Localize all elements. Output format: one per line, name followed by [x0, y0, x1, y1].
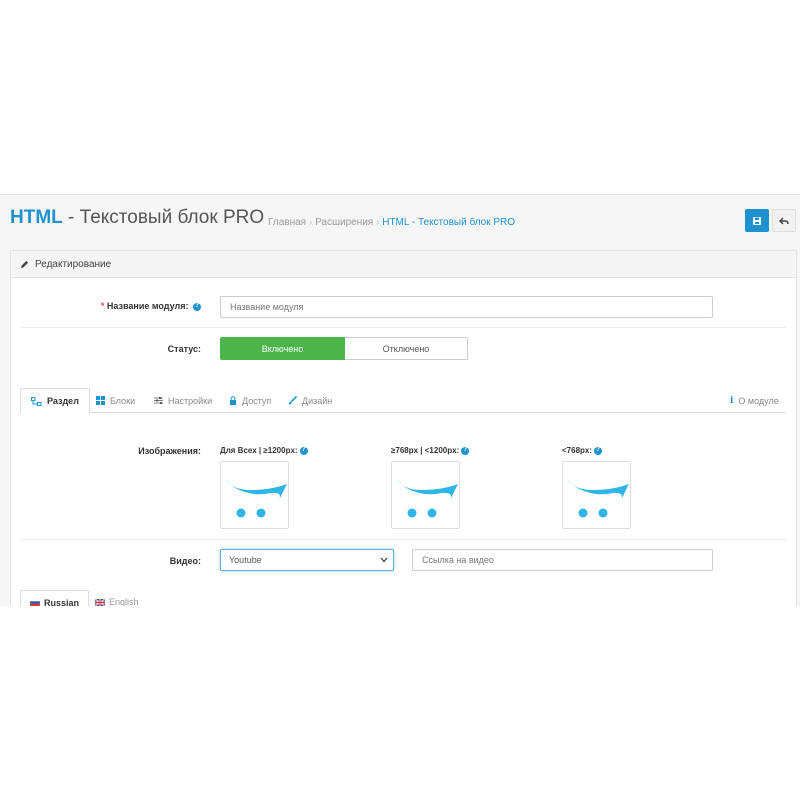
breadcrumb-separator-icon: › [309, 217, 313, 227]
image-col-label: ≥768px | <1200px: [391, 446, 470, 455]
image-col-label: Для Всех | ≥1200px: [220, 446, 308, 455]
language-label: English [109, 597, 139, 606]
tab-design-label: Дизайн [302, 395, 333, 406]
edit-panel: Редактирование * Название модуля: Статус… [10, 250, 797, 606]
video-link-input[interactable] [412, 549, 713, 571]
row-divider [20, 327, 786, 328]
tab-section[interactable]: Раздел [20, 388, 90, 414]
breadcrumb-separator-icon: › [376, 217, 380, 227]
section-tabs: Раздел Блоки Настройки Доступ Дизайн i О… [20, 388, 789, 414]
video-source-value: Youtube [229, 555, 262, 565]
image-col-label-text: Для Всех | ≥1200px: [220, 446, 298, 455]
module-name-label-text: Название модуля: [106, 301, 189, 311]
panel-heading-label: Редактирование [35, 258, 112, 270]
language-label: Russian [44, 597, 80, 607]
image-col-label-text: ≥768px | <1200px: [391, 446, 460, 455]
tab-language-english[interactable]: English [86, 590, 148, 606]
tab-access[interactable]: Доступ [219, 388, 281, 413]
tab-design[interactable]: Дизайн [278, 388, 342, 413]
tab-blocks-label: Блоки [110, 395, 136, 406]
tab-access-label: Доступ [242, 395, 272, 406]
image-col-label-text: <768px: [562, 446, 593, 455]
page-header: HTML - Текстовый блок PRO Главная › Расшир… [10, 207, 800, 237]
video-label: Видео: [169, 556, 201, 566]
cart-logo-image [396, 478, 458, 518]
images-label: Изображения: [138, 446, 201, 456]
module-name-input[interactable] [220, 296, 713, 318]
cart-logo-image [567, 478, 629, 518]
image-thumbnail[interactable] [220, 461, 289, 529]
floppy-disk-icon [753, 216, 761, 225]
tab-section-label: Раздел [47, 396, 79, 406]
sliders-icon [154, 397, 163, 404]
chevron-down-icon [380, 557, 388, 563]
russia-flag-icon [30, 599, 40, 606]
panel-heading: Редактирование [11, 251, 796, 278]
lock-icon [230, 396, 236, 405]
status-label: Статус: [167, 344, 201, 354]
breadcrumb-current[interactable]: HTML - Текстовый блок PRO [382, 217, 515, 228]
help-icon[interactable] [299, 446, 308, 455]
image-thumbnail[interactable] [562, 461, 631, 529]
image-col-label: <768px: [562, 446, 603, 455]
breadcrumb-extensions[interactable]: Расширения [315, 217, 373, 228]
cart-logo-image [225, 478, 287, 518]
help-icon[interactable] [461, 446, 470, 455]
tab-settings-label: Настройки [168, 395, 213, 406]
info-icon: i [730, 395, 734, 406]
tab-settings[interactable]: Настройки [144, 388, 222, 413]
status-off-button[interactable]: Отключено [345, 337, 468, 360]
back-button[interactable] [772, 209, 796, 232]
page-title-rest: - Текстовый блок PRO [62, 207, 265, 228]
status-on-button[interactable]: Включено [220, 337, 345, 360]
page-title-highlight: HTML [10, 207, 63, 228]
pencil-icon [20, 260, 29, 268]
module-name-label: * Название модуля: [101, 301, 201, 311]
save-button[interactable] [745, 209, 769, 232]
tab-language-russian[interactable]: Russian [20, 590, 90, 607]
tab-blocks[interactable]: Блоки [86, 388, 145, 413]
page-title: HTML - Текстовый блок PRO [10, 207, 264, 229]
sitemap-icon [31, 396, 42, 406]
paint-brush-icon [288, 396, 297, 405]
breadcrumb-home[interactable]: Главная [268, 217, 306, 228]
video-source-select[interactable]: Youtube [220, 549, 394, 571]
row-divider [20, 539, 786, 540]
help-icon[interactable] [193, 302, 201, 311]
tab-about[interactable]: i О модуле [720, 388, 789, 413]
app-frame: HTML - Текстовый блок PRO Главная › Расшир… [0, 194, 800, 606]
tab-about-label: О модуле [738, 395, 779, 406]
breadcrumb: Главная › Расширения › HTML - Текстовый блок… [268, 217, 515, 228]
help-icon[interactable] [594, 446, 603, 455]
reply-icon [779, 217, 789, 224]
required-mark: * [100, 301, 105, 311]
uk-flag-icon [95, 598, 105, 606]
image-thumbnail[interactable] [391, 461, 460, 529]
th-large-icon [96, 396, 105, 405]
